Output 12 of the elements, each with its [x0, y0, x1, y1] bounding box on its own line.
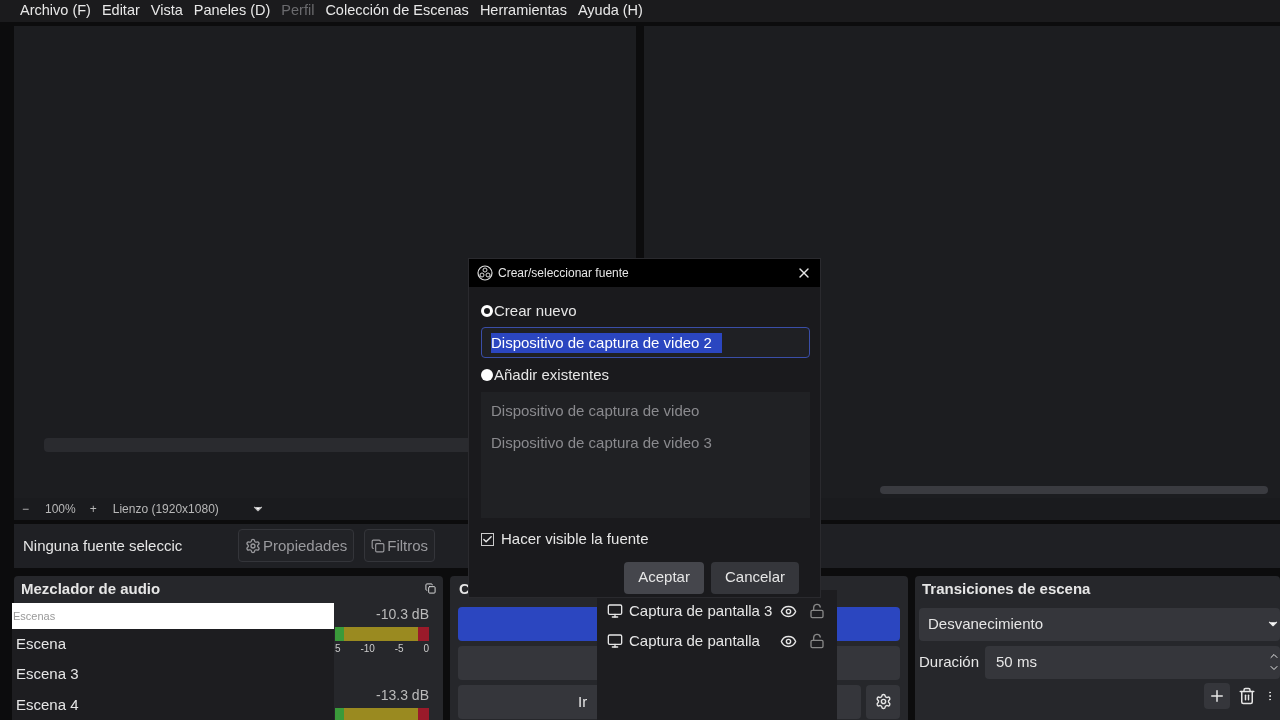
- scale-label: -10: [360, 641, 375, 656]
- panel-title: Mezclador de audio: [21, 578, 161, 599]
- panel-title: Transiciones de escena: [922, 578, 1091, 599]
- volume-reading: -13.3 dB: [376, 685, 429, 705]
- scale-label: 5: [335, 641, 341, 656]
- dialog-title: Crear/seleccionar fuente: [498, 265, 630, 282]
- zoom-level: 100%: [45, 500, 76, 518]
- scale-label: 0: [423, 641, 429, 656]
- status-text: Ninguna fuente seleccic: [23, 535, 184, 556]
- volume-reading: -10.3 dB: [376, 604, 429, 624]
- duration-label: Duración: [919, 652, 980, 672]
- scale-label: -5: [394, 641, 404, 656]
